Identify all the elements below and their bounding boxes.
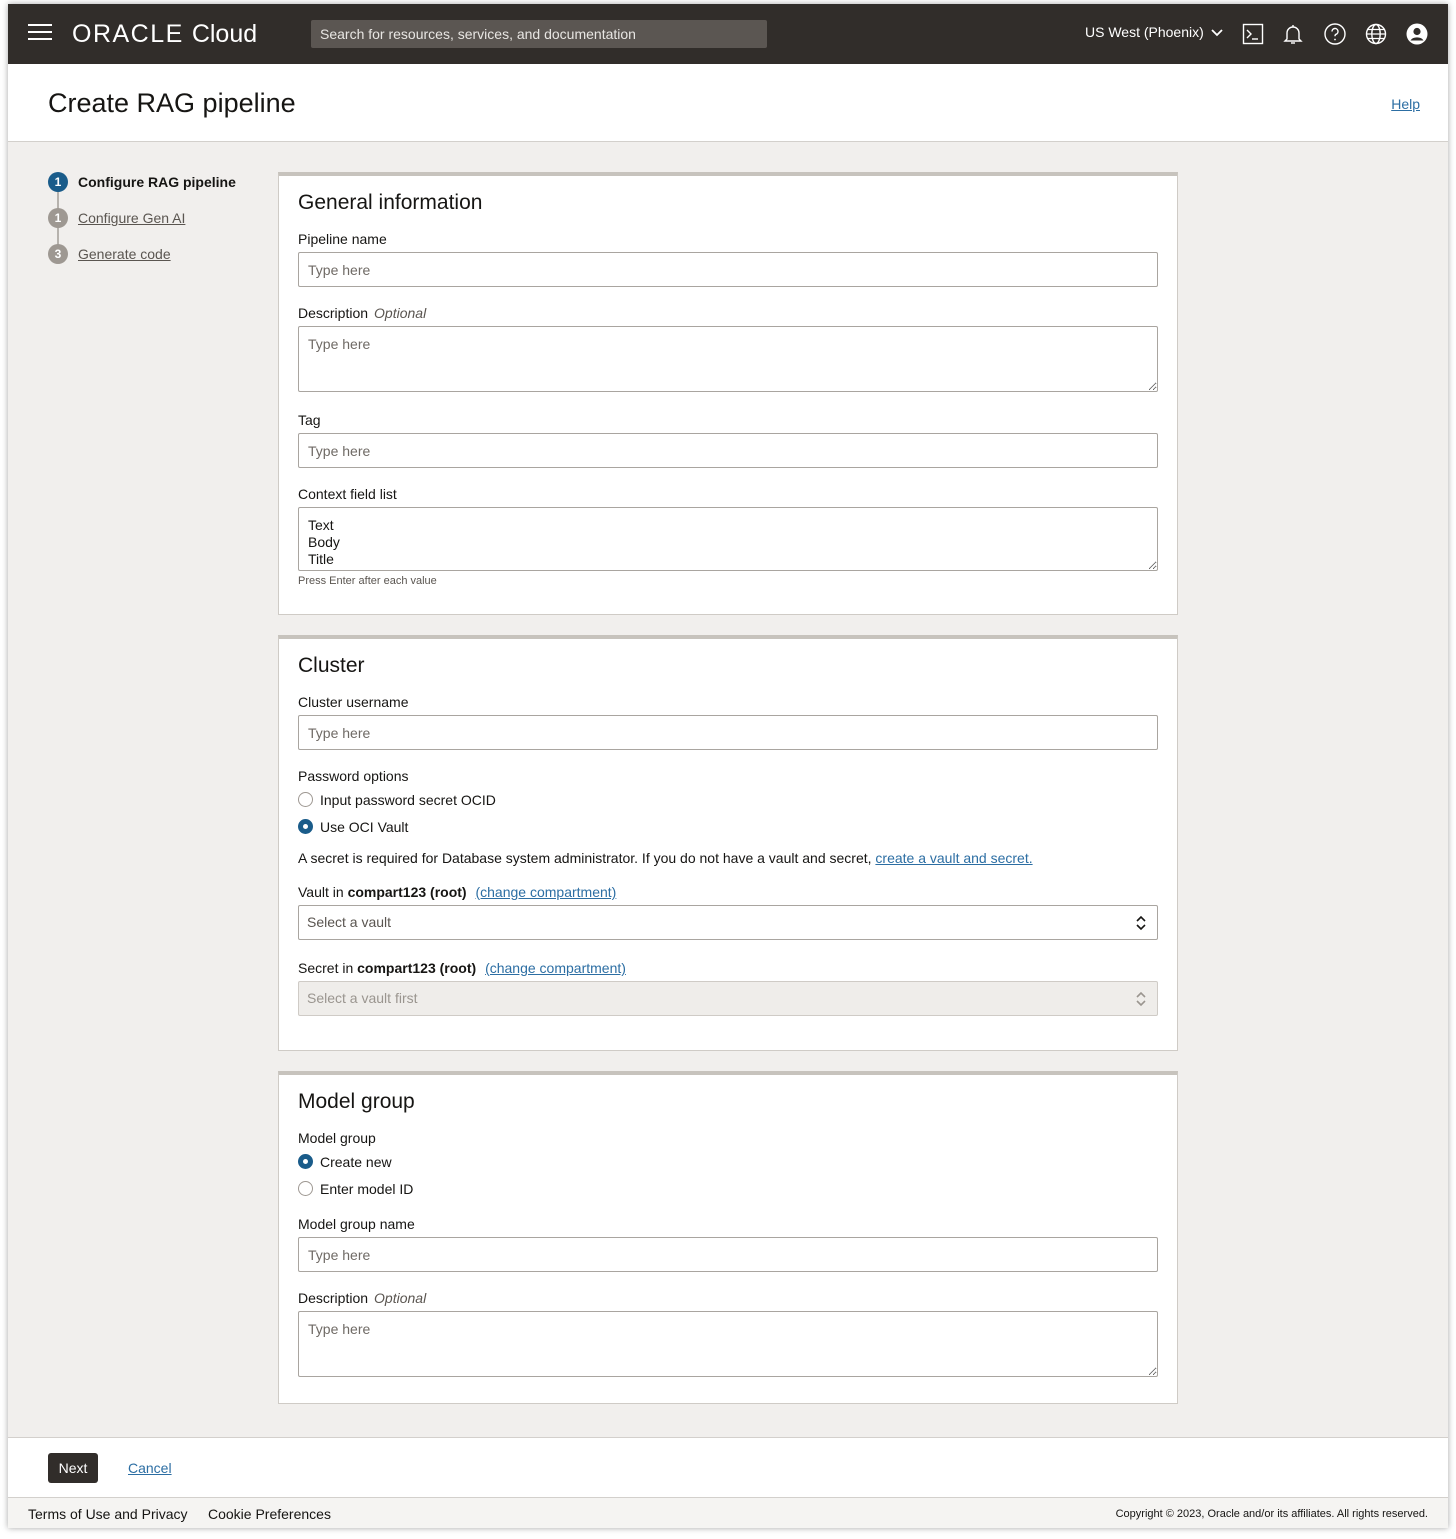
up-down-chevron-icon bbox=[1136, 991, 1146, 1007]
brand-cloud: Cloud bbox=[191, 19, 258, 48]
menu-icon[interactable] bbox=[28, 24, 52, 44]
step-number: 1 bbox=[48, 172, 68, 192]
general-information-heading: General information bbox=[298, 191, 483, 214]
terms-link[interactable]: Terms of Use and Privacy bbox=[28, 1506, 188, 1522]
radio-button-selected[interactable] bbox=[298, 1154, 313, 1169]
bell-icon[interactable] bbox=[1281, 22, 1305, 46]
user-profile-icon[interactable] bbox=[1405, 22, 1429, 46]
vault-compartment-label: Vault in compart123 (root) (change compa… bbox=[298, 884, 1158, 900]
optional-label: Optional bbox=[374, 1290, 427, 1306]
cluster-card: Cluster Cluster username Password option… bbox=[278, 635, 1178, 1051]
step-number: 3 bbox=[48, 244, 68, 264]
radio-label: Input password secret OCID bbox=[320, 791, 496, 808]
secret-prefix: Secret in bbox=[298, 960, 354, 976]
secret-select-value: Select a vault first bbox=[307, 990, 418, 1006]
context-field-list-label: Context field list bbox=[298, 486, 397, 502]
next-button[interactable]: Next bbox=[48, 1453, 98, 1483]
pipeline-name-label: Pipeline name bbox=[298, 231, 387, 247]
model-group-name-input[interactable] bbox=[298, 1237, 1158, 1272]
model-group-heading: Model group bbox=[298, 1090, 415, 1113]
secret-change-compartment-link[interactable]: (change compartment) bbox=[485, 960, 626, 976]
up-down-chevron-icon bbox=[1136, 915, 1146, 931]
help-icon[interactable] bbox=[1323, 22, 1347, 46]
radio-label: Enter model ID bbox=[320, 1180, 414, 1197]
secret-compartment: compart123 (root) bbox=[357, 960, 477, 976]
step-label: Configure RAG pipeline bbox=[78, 174, 236, 190]
tag-input[interactable] bbox=[298, 433, 1158, 468]
vault-select-value: Select a vault bbox=[307, 914, 392, 930]
radio-enter-model-id[interactable]: Enter model ID bbox=[298, 1175, 1158, 1202]
page-footer: Terms of Use and Privacy Cookie Preferen… bbox=[8, 1497, 1448, 1528]
copyright-text: Copyright © 2023, Oracle and/or its affi… bbox=[1115, 1508, 1428, 1520]
model-description-textarea[interactable] bbox=[298, 1311, 1158, 1377]
globe-icon[interactable] bbox=[1364, 22, 1388, 46]
top-navigation-bar: ORACLE Cloud Search for resources, servi… bbox=[8, 4, 1448, 64]
tag-label: Tag bbox=[298, 412, 321, 428]
step-configure-rag[interactable]: 1 Configure RAG pipeline bbox=[48, 172, 258, 208]
general-information-card: General information Pipeline name Descri… bbox=[278, 172, 1178, 615]
radio-use-oci-vault[interactable]: Use OCI Vault bbox=[298, 813, 1158, 840]
radio-label: Create new bbox=[320, 1153, 392, 1170]
brand-oracle: ORACLE bbox=[72, 19, 184, 48]
action-bar: Next Cancel bbox=[8, 1437, 1448, 1497]
model-group-card: Model group Model group Create new Enter… bbox=[278, 1071, 1178, 1404]
step-configure-genai[interactable]: 1 Configure Gen AI bbox=[48, 208, 258, 244]
radio-button-selected[interactable] bbox=[298, 819, 313, 834]
secret-note-text: A secret is required for Database system… bbox=[298, 850, 872, 866]
secret-compartment-label: Secret in compart123 (root) (change comp… bbox=[298, 960, 1158, 976]
description-label: Description Optional bbox=[298, 305, 1158, 321]
chevron-down-icon bbox=[1211, 29, 1223, 37]
password-options-label: Password options bbox=[298, 768, 409, 784]
wizard-steps: 1 Configure RAG pipeline 1 Configure Gen… bbox=[48, 172, 258, 280]
secret-select: Select a vault first bbox=[298, 981, 1158, 1016]
secret-note: A secret is required for Database system… bbox=[298, 850, 1158, 866]
step-label: Configure Gen AI bbox=[78, 210, 186, 226]
cluster-heading: Cluster bbox=[298, 654, 365, 677]
page-header: Create RAG pipeline Help bbox=[8, 64, 1448, 142]
radio-create-new[interactable]: Create new bbox=[298, 1148, 1158, 1175]
browser-frame: ORACLE Cloud Search for resources, servi… bbox=[8, 4, 1448, 1528]
pipeline-name-input[interactable] bbox=[298, 252, 1158, 287]
radio-button[interactable] bbox=[298, 1181, 313, 1196]
description-label-text: Description bbox=[298, 1290, 369, 1306]
vault-change-compartment-link[interactable]: (change compartment) bbox=[475, 884, 616, 900]
radio-label: Use OCI Vault bbox=[320, 818, 409, 835]
cluster-username-label: Cluster username bbox=[298, 694, 409, 710]
description-label-text: Description bbox=[298, 305, 369, 321]
global-search-input[interactable]: Search for resources, services, and docu… bbox=[311, 20, 767, 48]
step-label: Generate code bbox=[78, 246, 171, 262]
radio-button[interactable] bbox=[298, 792, 313, 807]
create-vault-link[interactable]: create a vault and secret. bbox=[875, 850, 1032, 866]
vault-select[interactable]: Select a vault bbox=[298, 905, 1158, 940]
cluster-username-input[interactable] bbox=[298, 715, 1158, 750]
description-textarea[interactable] bbox=[298, 326, 1158, 392]
context-field-list-textarea[interactable] bbox=[298, 507, 1158, 571]
step-number: 1 bbox=[48, 208, 68, 228]
step-generate-code[interactable]: 3 Generate code bbox=[48, 244, 258, 280]
oracle-cloud-logo[interactable]: ORACLE Cloud bbox=[72, 20, 257, 48]
cancel-link[interactable]: Cancel bbox=[128, 1460, 172, 1476]
cloud-shell-icon[interactable] bbox=[1241, 22, 1265, 46]
help-link[interactable]: Help bbox=[1391, 96, 1420, 112]
region-selector[interactable]: US West (Phoenix) bbox=[1085, 24, 1224, 40]
region-label: US West (Phoenix) bbox=[1085, 24, 1204, 40]
vault-compartment: compart123 (root) bbox=[347, 884, 467, 900]
model-group-label: Model group bbox=[298, 1130, 376, 1146]
context-field-hint: Press Enter after each value bbox=[298, 575, 437, 587]
radio-input-secret-ocid[interactable]: Input password secret OCID bbox=[298, 786, 1158, 813]
model-description-label: Description Optional bbox=[298, 1290, 1158, 1306]
cookie-preferences-link[interactable]: Cookie Preferences bbox=[208, 1506, 331, 1522]
page-title: Create RAG pipeline bbox=[48, 88, 296, 118]
vault-prefix: Vault in bbox=[298, 884, 344, 900]
optional-label: Optional bbox=[374, 305, 427, 321]
model-group-name-label: Model group name bbox=[298, 1216, 415, 1232]
